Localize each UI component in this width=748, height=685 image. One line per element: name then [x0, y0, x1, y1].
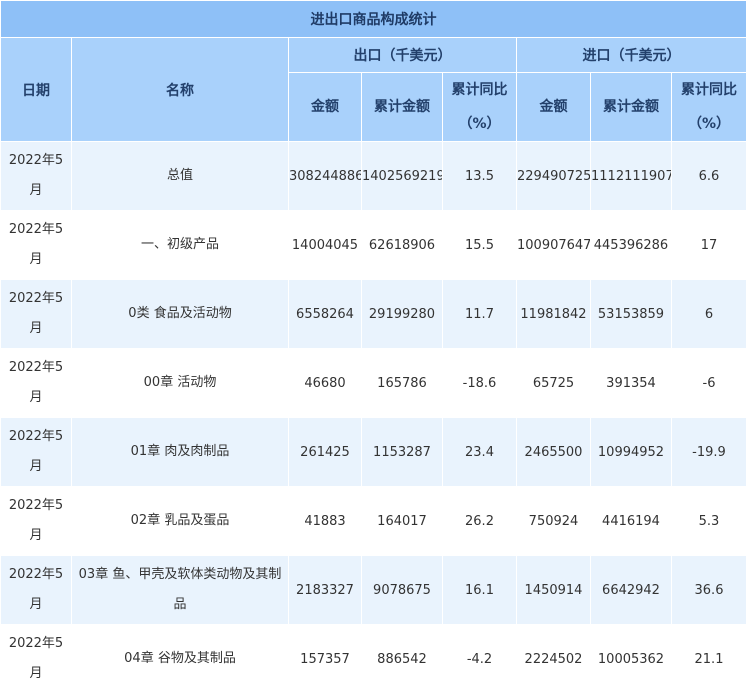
cell-date: 2022年5月 — [0, 624, 72, 685]
cell-import-amount: 2465500 — [516, 417, 591, 487]
header-import-group: 进口（千美元） — [516, 37, 747, 73]
cell-export-amount: 46680 — [288, 348, 362, 418]
cell-import-amount: 2224502 — [516, 624, 591, 685]
cell-import-cum-amount: 1112111907 — [590, 141, 672, 211]
cell-import-amount: 65725 — [516, 348, 591, 418]
header-name: 名称 — [71, 37, 289, 142]
cell-date: 2022年5月 — [0, 417, 72, 487]
header-import-amount: 金额 — [516, 72, 591, 142]
cell-export-yoy: 26.2 — [442, 486, 517, 556]
cell-date: 2022年5月 — [0, 348, 72, 418]
cell-date: 2022年5月 — [0, 141, 72, 211]
cell-export-cum-amount: 1402569219 — [361, 141, 443, 211]
cell-import-cum-amount: 391354 — [590, 348, 672, 418]
header-date: 日期 — [0, 37, 72, 142]
cell-name: 0类 食品及活动物 — [71, 279, 289, 349]
header-export-yoy-line2: （%） — [458, 116, 501, 132]
cell-import-cum-amount: 10994952 — [590, 417, 672, 487]
cell-export-yoy: 15.5 — [442, 210, 517, 280]
cell-export-yoy: 16.1 — [442, 555, 517, 625]
cell-export-cum-amount: 165786 — [361, 348, 443, 418]
cell-import-yoy: 17 — [671, 210, 747, 280]
cell-import-yoy: -19.9 — [671, 417, 747, 487]
cell-export-yoy: -4.2 — [442, 624, 517, 685]
header-export-yoy-line1: 累计同比 — [451, 82, 508, 98]
cell-name: 04章 谷物及其制品 — [71, 624, 289, 685]
cell-name: 00章 活动物 — [71, 348, 289, 418]
cell-import-cum-amount: 53153859 — [590, 279, 672, 349]
table-row: 2022年5月 02章 乳品及蛋品 41883 164017 26.2 7509… — [0, 486, 747, 556]
cell-export-amount: 41883 — [288, 486, 362, 556]
trade-statistics-table: 进出口商品构成统计 日期 名称 出口（千美元） 进口（千美元） 金额 累计金额 … — [0, 0, 747, 685]
cell-export-amount: 14004045 — [288, 210, 362, 280]
cell-import-yoy: 6 — [671, 279, 747, 349]
header-import-yoy: 累计同比 （%） — [671, 72, 747, 142]
cell-import-yoy: 36.6 — [671, 555, 747, 625]
table-row: 2022年5月 一、初级产品 14004045 62618906 15.5 10… — [0, 210, 747, 280]
cell-export-cum-amount: 1153287 — [361, 417, 443, 487]
cell-import-amount: 750924 — [516, 486, 591, 556]
cell-date: 2022年5月 — [0, 555, 72, 625]
cell-export-amount: 308244886 — [288, 141, 362, 211]
cell-name: 01章 肉及肉制品 — [71, 417, 289, 487]
header-export-amount: 金额 — [288, 72, 362, 142]
cell-export-cum-amount: 62618906 — [361, 210, 443, 280]
cell-import-cum-amount: 4416194 — [590, 486, 672, 556]
header-export-yoy: 累计同比 （%） — [442, 72, 517, 142]
cell-import-cum-amount: 445396286 — [590, 210, 672, 280]
table-row: 2022年5月 03章 鱼、甲壳及软体类动物及其制品 2183327 90786… — [0, 555, 747, 625]
cell-date: 2022年5月 — [0, 486, 72, 556]
header-import-cum-amount: 累计金额 — [590, 72, 672, 142]
table-row: 2022年5月 0类 食品及活动物 6558264 29199280 11.7 … — [0, 279, 747, 349]
table-row: 2022年5月 总值 308244886 1402569219 13.5 229… — [0, 141, 747, 211]
cell-export-amount: 157357 — [288, 624, 362, 685]
cell-name: 一、初级产品 — [71, 210, 289, 280]
header-export-group: 出口（千美元） — [288, 37, 517, 73]
cell-import-yoy: 5.3 — [671, 486, 747, 556]
cell-export-amount: 261425 — [288, 417, 362, 487]
cell-import-cum-amount: 10005362 — [590, 624, 672, 685]
cell-import-cum-amount: 6642942 — [590, 555, 672, 625]
cell-date: 2022年5月 — [0, 210, 72, 280]
cell-export-yoy: -18.6 — [442, 348, 517, 418]
cell-import-amount: 100907647 — [516, 210, 591, 280]
cell-name: 总值 — [71, 141, 289, 211]
header-import-yoy-line2: （%） — [687, 116, 731, 132]
cell-date: 2022年5月 — [0, 279, 72, 349]
cell-import-yoy: 21.1 — [671, 624, 747, 685]
header-import-yoy-line1: 累计同比 — [681, 82, 737, 98]
table-row: 2022年5月 04章 谷物及其制品 157357 886542 -4.2 22… — [0, 624, 747, 685]
cell-export-amount: 2183327 — [288, 555, 362, 625]
trade-table-container: 进出口商品构成统计 日期 名称 出口（千美元） 进口（千美元） 金额 累计金额 … — [0, 0, 748, 685]
cell-name: 02章 乳品及蛋品 — [71, 486, 289, 556]
cell-import-amount: 229490725 — [516, 141, 591, 211]
cell-import-amount: 11981842 — [516, 279, 591, 349]
cell-import-amount: 1450914 — [516, 555, 591, 625]
cell-export-amount: 6558264 — [288, 279, 362, 349]
header-export-cum-amount: 累计金额 — [361, 72, 443, 142]
cell-export-yoy: 11.7 — [442, 279, 517, 349]
table-row: 2022年5月 01章 肉及肉制品 261425 1153287 23.4 24… — [0, 417, 747, 487]
cell-export-cum-amount: 164017 — [361, 486, 443, 556]
cell-export-yoy: 13.5 — [442, 141, 517, 211]
cell-export-cum-amount: 886542 — [361, 624, 443, 685]
table-row: 2022年5月 00章 活动物 46680 165786 -18.6 65725… — [0, 348, 747, 418]
cell-name: 03章 鱼、甲壳及软体类动物及其制品 — [71, 555, 289, 625]
cell-import-yoy: 6.6 — [671, 141, 747, 211]
cell-export-cum-amount: 29199280 — [361, 279, 443, 349]
table-title: 进出口商品构成统计 — [0, 0, 747, 38]
cell-export-cum-amount: 9078675 — [361, 555, 443, 625]
cell-export-yoy: 23.4 — [442, 417, 517, 487]
cell-import-yoy: -6 — [671, 348, 747, 418]
